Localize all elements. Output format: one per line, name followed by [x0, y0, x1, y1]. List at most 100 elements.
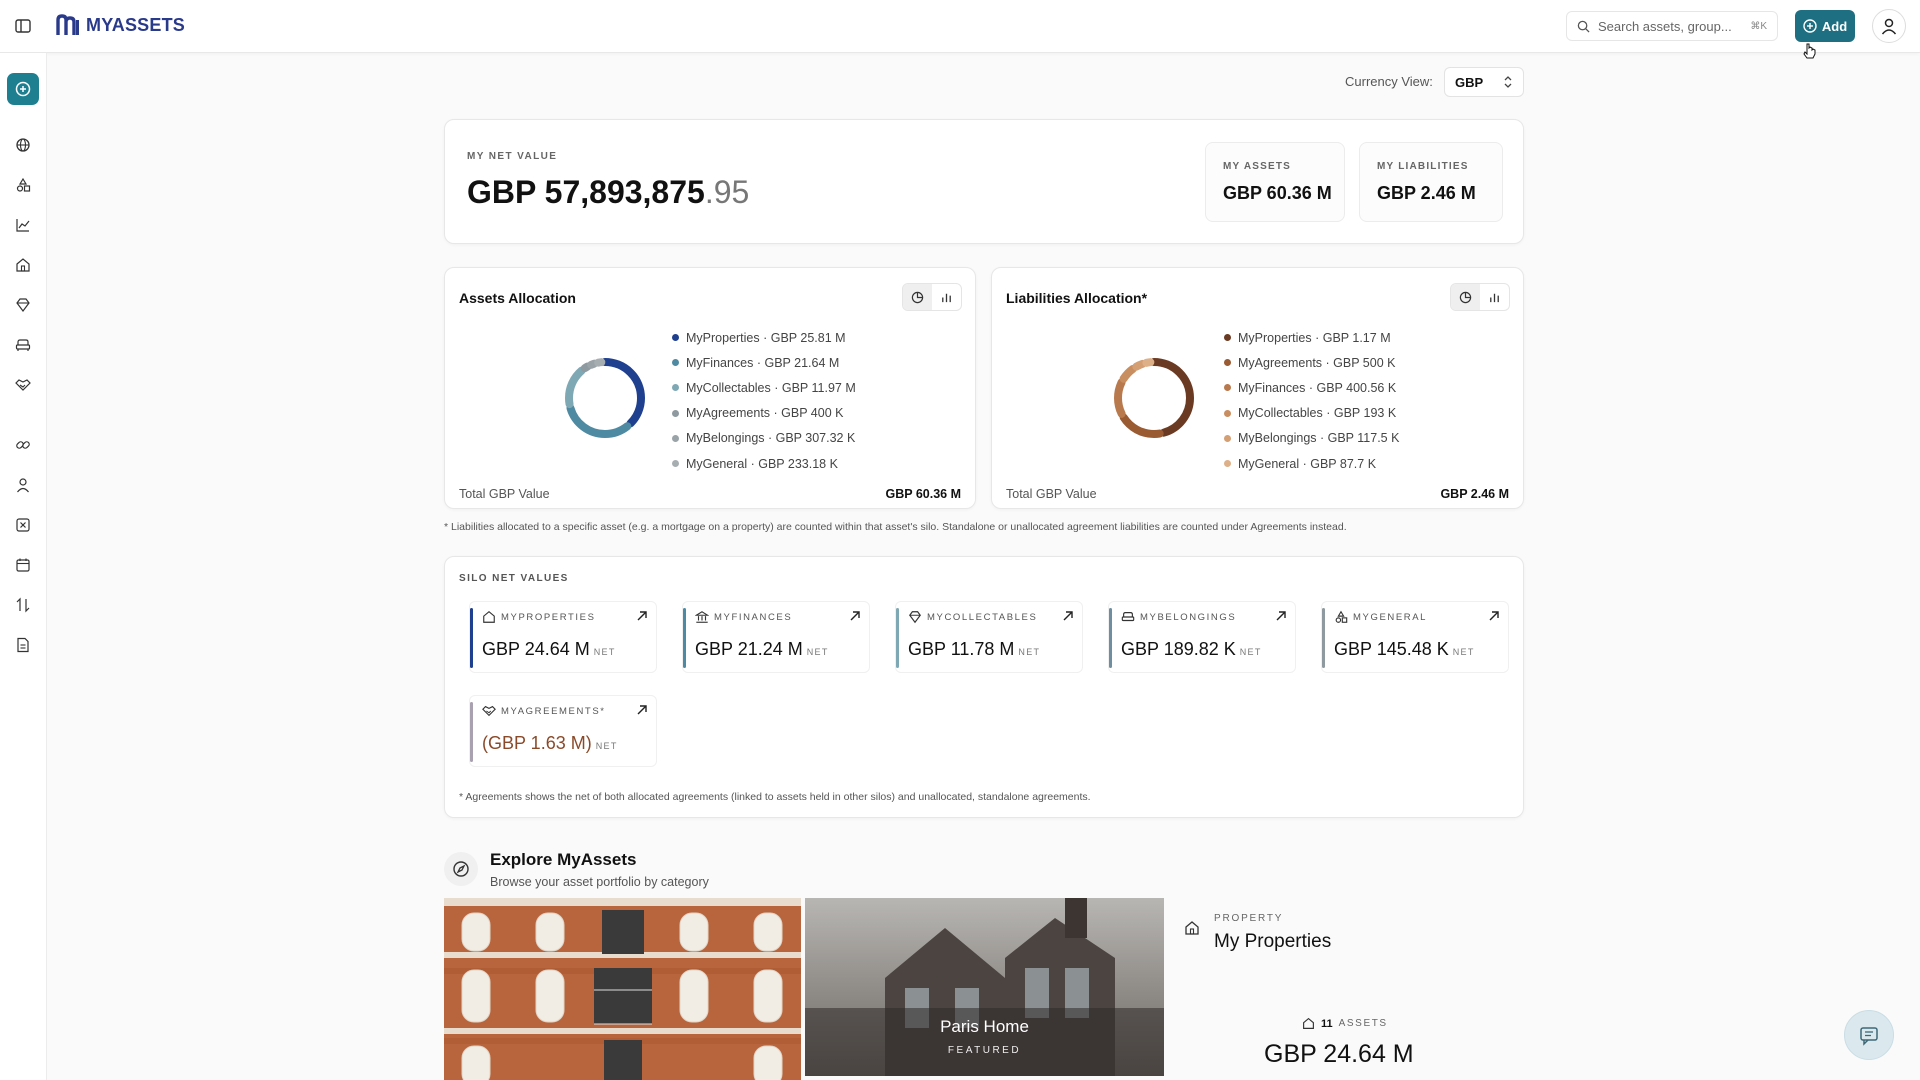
- sidebar-toggle-icon[interactable]: [14, 17, 32, 35]
- my-assets-summary[interactable]: MY ASSETS GBP 60.36 M: [1205, 142, 1345, 222]
- legend-label: MyAgreements · GBP 400 K: [686, 406, 844, 421]
- silo-name: MYGENERAL: [1353, 612, 1428, 623]
- search-input[interactable]: Search assets, group... ⌘K: [1566, 11, 1778, 41]
- silo-card-myproperties[interactable]: MYPROPERTIES GBP 24.64 M NET: [469, 601, 657, 673]
- assets-legend-item[interactable]: MyAgreements · GBP 400 K: [672, 401, 856, 426]
- silo-value: GBP 21.24 M NET: [695, 639, 829, 660]
- assets-allocation-card: Assets Allocation MyProperties · GBP 25.…: [444, 267, 976, 509]
- sidebar-add-button[interactable]: [7, 73, 39, 105]
- legend-dot: [672, 434, 679, 442]
- sidebar-item-calendar[interactable]: [13, 555, 33, 575]
- silo-net-label: NET: [593, 647, 616, 657]
- add-button-label: Add: [1821, 18, 1848, 34]
- arrow-up-right-icon[interactable]: [1062, 610, 1074, 622]
- sidebar-item-belongings[interactable]: [13, 335, 33, 355]
- legend-dot: [1224, 460, 1231, 468]
- sidebar-item-archive[interactable]: [13, 515, 33, 535]
- chevron-up-down-icon: [1504, 76, 1512, 88]
- currency-select[interactable]: GBP: [1444, 67, 1524, 97]
- assets-donut-chart[interactable]: [555, 348, 655, 448]
- assets-legend-item[interactable]: MyFinances · GBP 21.64 M: [672, 350, 856, 375]
- category-title[interactable]: My Properties: [1214, 931, 1331, 953]
- liabilities-donut-chart[interactable]: [1104, 348, 1204, 448]
- silo-card-mygeneral[interactable]: MYGENERAL GBP 145.48 K NET: [1321, 601, 1509, 673]
- gem-icon: [16, 298, 30, 312]
- sidebar-item-agreements[interactable]: [13, 375, 33, 395]
- liabilities-legend-item[interactable]: MyGeneral · GBP 87.7 K: [1224, 451, 1399, 476]
- sidebar-item-general[interactable]: [13, 175, 33, 195]
- legend-dot: [672, 384, 679, 392]
- legend-dot: [672, 359, 679, 367]
- featured-badge: FEATURED: [947, 1045, 1022, 1056]
- compass-icon: [444, 852, 478, 886]
- sidebar-item-reports[interactable]: [13, 635, 33, 655]
- brand-name: MYASSETS: [86, 14, 185, 35]
- plus-circle-icon: [15, 81, 31, 97]
- liabilities-legend-item[interactable]: MyAgreements · GBP 500 K: [1224, 350, 1399, 375]
- silo-card-mybelongings[interactable]: MYBELONGINGS GBP 189.82 K NET: [1108, 601, 1296, 673]
- silo-heading: SILO NET VALUES: [459, 573, 569, 584]
- arrow-up-right-icon[interactable]: [1275, 610, 1287, 622]
- assets-legend-item[interactable]: MyCollectables · GBP 11.97 M: [672, 375, 856, 400]
- user-avatar[interactable]: [1872, 9, 1906, 43]
- sidebar-item-properties[interactable]: [13, 255, 33, 275]
- featured-property-card[interactable]: Paris Home FEATURED: [805, 898, 1164, 1076]
- liabilities-legend: MyProperties · GBP 1.17 M MyAgreements · …: [1224, 325, 1399, 476]
- silo-value-amount: GBP 24.64 M: [482, 639, 590, 659]
- plus-circle-icon: [1803, 19, 1817, 33]
- liabilities-legend-item[interactable]: MyProperties · GBP 1.17 M: [1224, 325, 1399, 350]
- sidebar: [0, 53, 47, 1080]
- liabilities-legend-item[interactable]: MyCollectables · GBP 193 K: [1224, 401, 1399, 426]
- pie-chart-icon: [1459, 291, 1472, 303]
- arrow-up-right-icon[interactable]: [636, 610, 648, 622]
- assets-legend-item[interactable]: MyProperties · GBP 25.81 M: [672, 325, 856, 350]
- home-icon: [16, 258, 30, 272]
- pie-chart-toggle-button[interactable]: [903, 284, 932, 310]
- arrow-up-right-icon[interactable]: [1488, 610, 1500, 622]
- my-liabilities-summary[interactable]: MY LIABILITIES GBP 2.46 M: [1359, 142, 1503, 222]
- silo-net-values-card: SILO NET VALUES MYPROPERTIES GBP 24.64 MN…: [444, 556, 1524, 818]
- my-assets-label: MY ASSETS: [1223, 161, 1292, 172]
- silo-card-myagreements[interactable]: MYAGREEMENTS* (GBP 1.63 M) NET: [469, 695, 657, 767]
- liabilities-legend-item[interactable]: MyFinances · GBP 400.56 K: [1224, 375, 1399, 400]
- explore-subtitle: Browse your asset portfolio by category: [490, 875, 709, 889]
- sidebar-item-globe[interactable]: [13, 135, 33, 155]
- legend-dot: [1224, 384, 1231, 392]
- silo-name: MYFINANCES: [714, 612, 793, 623]
- arrow-up-right-icon[interactable]: [849, 610, 861, 622]
- bar-chart-toggle-button[interactable]: [1480, 284, 1509, 310]
- bar-chart-toggle-button[interactable]: [932, 284, 961, 310]
- liabilities-legend-item[interactable]: MyBelongings · GBP 117.5 K: [1224, 426, 1399, 451]
- chat-button[interactable]: [1844, 1010, 1894, 1060]
- silo-card-mycollectables[interactable]: MYCOLLECTABLES GBP 11.78 M NET: [895, 601, 1083, 673]
- silo-name: MYBELONGINGS: [1140, 612, 1237, 623]
- sidebar-item-finances[interactable]: [13, 215, 33, 235]
- property-photo-brick-building[interactable]: [444, 898, 801, 1080]
- sidebar-item-people[interactable]: [13, 475, 33, 495]
- legend-label: MyAgreements · GBP 500 K: [1238, 355, 1396, 370]
- sidebar-item-transfers[interactable]: [13, 595, 33, 615]
- silo-accent-bar: [1109, 608, 1112, 668]
- legend-label: MyFinances · GBP 21.64 M: [686, 355, 840, 370]
- assets-legend-item[interactable]: MyGeneral · GBP 233.18 K: [672, 451, 856, 476]
- silo-value-amount: GBP 11.78 M: [908, 639, 1015, 659]
- silo-name: MYPROPERTIES: [501, 612, 596, 623]
- silo-value-amount: GBP 21.24 M: [695, 639, 803, 659]
- net-value-main: GBP 57,893,875: [467, 174, 705, 210]
- asset-count-label: ASSETS: [1338, 1018, 1388, 1029]
- legend-label: MyGeneral · GBP 87.7 K: [1238, 456, 1377, 471]
- arrow-up-right-icon[interactable]: [636, 704, 648, 716]
- assets-legend-item[interactable]: MyBelongings · GBP 307.32 K: [672, 426, 856, 451]
- legend-dot: [1224, 334, 1231, 342]
- silo-card-myfinances[interactable]: MYFINANCES GBP 21.24 M NET: [682, 601, 870, 673]
- brand-logo[interactable]: MYASSETS: [56, 14, 185, 36]
- transfer-arrows-icon: [16, 597, 30, 613]
- pie-chart-toggle-button[interactable]: [1451, 284, 1480, 310]
- sidebar-item-links[interactable]: [13, 435, 33, 455]
- silo-net-label: NET: [595, 741, 618, 751]
- legend-dot: [672, 334, 679, 342]
- report-icon: [17, 637, 29, 653]
- search-shortcut: ⌘K: [1750, 20, 1767, 32]
- add-button[interactable]: Add: [1795, 10, 1855, 42]
- sidebar-item-collectables[interactable]: [13, 295, 33, 315]
